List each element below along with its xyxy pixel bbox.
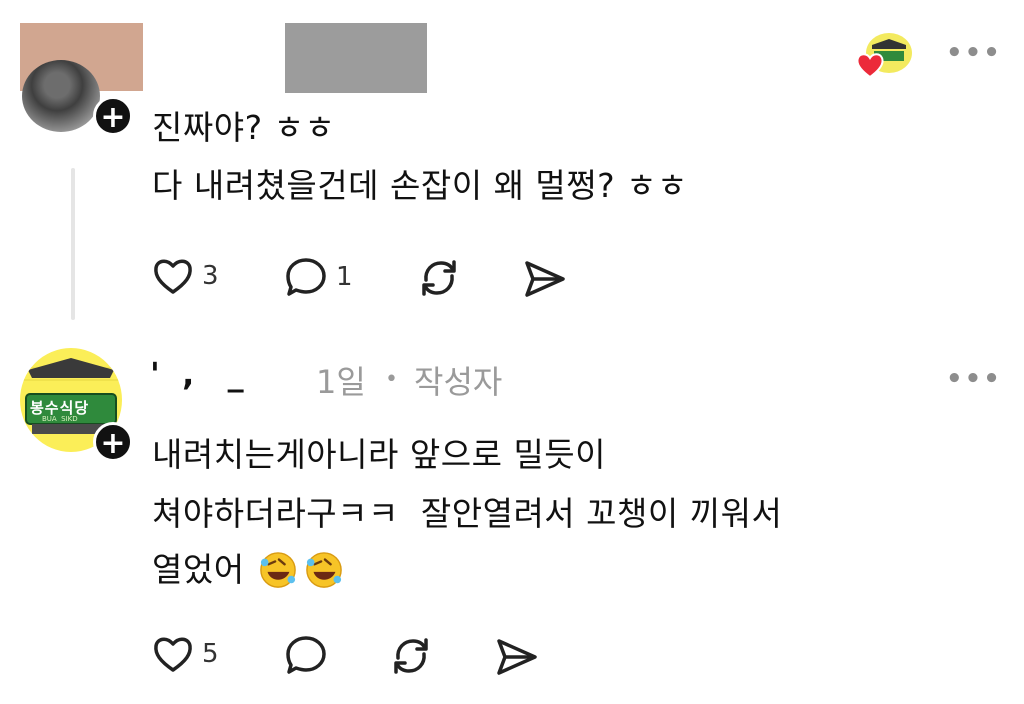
share-icon bbox=[497, 639, 537, 675]
repost-button[interactable] bbox=[416, 256, 462, 304]
heart-icon bbox=[154, 637, 192, 672]
share-icon bbox=[525, 261, 565, 297]
heart-badge-icon bbox=[855, 51, 885, 83]
like-count: 5 bbox=[202, 639, 219, 669]
like-button[interactable]: 3 bbox=[152, 256, 219, 296]
comment-icon bbox=[286, 258, 326, 296]
follow-plus-icon[interactable]: + bbox=[93, 96, 133, 136]
comment-icon bbox=[286, 636, 326, 674]
reply-button[interactable] bbox=[284, 634, 328, 680]
like-button[interactable]: 5 bbox=[152, 634, 219, 674]
timestamp: 1일 bbox=[316, 363, 366, 401]
more-options-icon[interactable]: ••• bbox=[946, 38, 1002, 68]
rolling-on-floor-laughing-emoji-icon bbox=[305, 552, 342, 588]
share-button[interactable] bbox=[522, 258, 568, 304]
comment-text-line: 진짜야? ㅎㅎ bbox=[152, 108, 336, 147]
redacted-image-block bbox=[285, 23, 427, 93]
comment-text-line: 다 내려쳤을건데 손잡이 왜 멀쩡? ㅎㅎ bbox=[152, 166, 688, 205]
repost-button[interactable] bbox=[388, 634, 434, 682]
rolling-on-floor-laughing-emoji-icon bbox=[259, 552, 296, 588]
share-button[interactable] bbox=[494, 636, 540, 682]
avatar[interactable] bbox=[22, 60, 100, 132]
like-count: 3 bbox=[202, 261, 219, 291]
username-partial[interactable]: ' , _ bbox=[150, 355, 244, 393]
more-options-icon[interactable]: ••• bbox=[946, 364, 1002, 394]
reply-count: 1 bbox=[336, 262, 353, 292]
heart-icon bbox=[154, 259, 192, 294]
comment-text: 열었어 bbox=[152, 550, 245, 589]
thread-connector-line bbox=[71, 168, 75, 320]
reply-button[interactable]: 1 bbox=[284, 256, 353, 298]
avatar-sign-subtext: BUA SIKD bbox=[42, 415, 78, 423]
comment-text-line-with-emoji: 열었어 bbox=[152, 545, 343, 595]
repost-icon bbox=[394, 638, 428, 674]
comment-text-line: 내려치는게아니라 앞으로 밀듯이 bbox=[152, 435, 607, 474]
meta-separator: • bbox=[385, 367, 398, 392]
follow-plus-icon[interactable]: + bbox=[93, 422, 133, 462]
author-badge: 작성자 bbox=[414, 363, 503, 401]
repost-icon bbox=[422, 260, 456, 296]
comment-text-line: 쳐야하더라구ㅋㅋ 잘안열려서 꼬챙이 끼워서 bbox=[152, 494, 783, 533]
